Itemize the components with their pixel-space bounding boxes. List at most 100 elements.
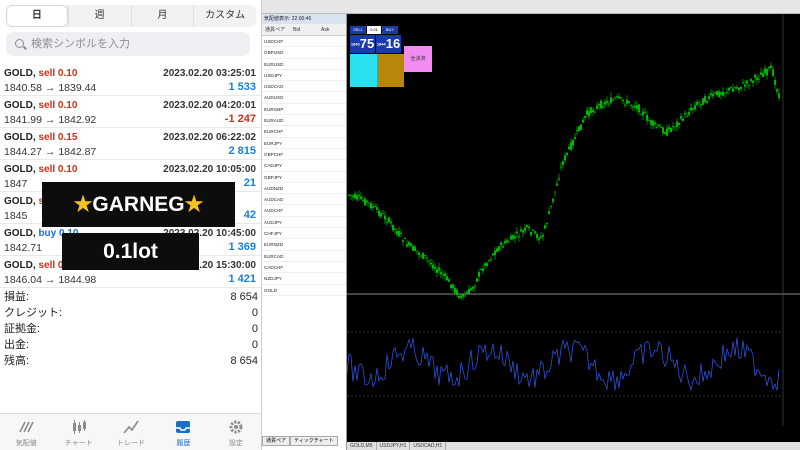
candle-body [390, 221, 392, 224]
summary-value: 8 654 [230, 291, 258, 303]
candle-body [474, 286, 476, 287]
cyan-button[interactable] [350, 54, 377, 87]
watch-ask [318, 160, 346, 170]
market-watch-row[interactable]: USDCAD [262, 81, 346, 93]
trade-side: sell 0.10 [38, 164, 77, 175]
trade-side-label: sell [38, 260, 56, 271]
trade-row[interactable]: GOLD, sell 0.10 2023.02.20 04:20:01 1841.9… [0, 96, 261, 128]
watch-symbol: USDCHF [264, 39, 284, 44]
tab-chart[interactable]: チャート [52, 414, 104, 450]
candle-body [378, 210, 380, 216]
market-watch-row[interactable]: AUDCAD [262, 194, 346, 206]
market-watch-row[interactable]: EURCAD [262, 251, 346, 262]
tab-quotes[interactable]: 気配値 [0, 414, 52, 450]
account-summary: 損益: 8 654 クレジット: 0 証拠金: 0 出金: 0 残高: 8 654 [4, 289, 258, 369]
candle-body [540, 236, 542, 239]
watch-symbol: GOLD [264, 287, 278, 293]
market-watch-row[interactable]: USDCHF [262, 36, 346, 48]
candle-body [644, 112, 646, 114]
trade-row[interactable]: GOLD, sell 0.15 2023.02.20 06:22:02 1844.2… [0, 128, 261, 160]
trade-side-label: sell [38, 68, 56, 79]
chart-tab-usdjpy[interactable]: USDJPY,H1 [377, 442, 411, 450]
trade-prices: 1840.58 → 1839.44 [4, 82, 97, 94]
market-watch-row[interactable]: EURJPY [262, 138, 346, 149]
market-watch-row[interactable]: AUDCHF [262, 205, 346, 217]
tab-month[interactable]: 月 [130, 5, 194, 27]
sell-button[interactable]: SELL [350, 26, 366, 34]
bid-price-box[interactable]: 184375 [350, 35, 375, 53]
watch-ask [318, 115, 346, 125]
trade-side-label: sell [38, 100, 56, 111]
candle-body [572, 139, 574, 146]
ask-price-box[interactable]: 184416 [376, 35, 401, 53]
tab-history[interactable]: 履歴 [157, 414, 209, 450]
chart-tab-gold[interactable]: GOLD,M5 [347, 442, 377, 450]
candle-body [636, 105, 638, 109]
candle-body [716, 91, 718, 95]
close-all-button[interactable]: 全決済 [404, 46, 432, 72]
candle-body [362, 199, 364, 201]
watch-ask [318, 104, 346, 114]
candle-body [746, 80, 748, 84]
price-chart[interactable] [347, 14, 800, 442]
trade-side-label: buy [38, 228, 57, 239]
tab-symbols[interactable]: 通貨ペア [262, 436, 291, 446]
watch-symbol: GBPCHF [264, 151, 284, 157]
candle-body [432, 264, 434, 269]
trade-profit: 42 [243, 209, 256, 221]
overlay-lot-banner: 0.1lot [62, 233, 199, 270]
chart-window[interactable]: SELL 0.01 BUY 184375 184416 全決済 [347, 14, 800, 442]
tab-chart-label: チャート [64, 440, 93, 447]
symbol-search-input[interactable]: 検索シンボルを入力 [6, 32, 250, 56]
chart-tab-usdcad[interactable]: USDCAD,H1 [410, 442, 447, 450]
market-watch-row[interactable]: AUDUSD [262, 92, 346, 104]
candle-body [764, 68, 766, 74]
market-watch-row[interactable]: EURGBP [262, 104, 346, 116]
market-watch-row[interactable]: EURAUD [262, 115, 346, 127]
market-watch-row[interactable]: GBPCHF [262, 149, 346, 161]
tab-custom[interactable]: カスタム [193, 5, 256, 27]
market-watch-row[interactable]: GBPUSD [262, 47, 346, 59]
market-watch-row[interactable]: EURUSD [262, 59, 346, 70]
watch-symbol: NZDJPY [264, 276, 282, 282]
candle-body [380, 213, 382, 217]
market-watch-row[interactable]: CADJPY [262, 160, 346, 172]
candle-body [480, 269, 482, 271]
market-watch-row[interactable]: EURCHF [262, 126, 346, 138]
watch-symbol: EURNZD [264, 242, 284, 248]
candle-body [708, 96, 710, 99]
buy-button[interactable]: BUY [382, 26, 398, 34]
candle-body [552, 198, 554, 202]
candle-body [650, 120, 652, 125]
candle-body [762, 73, 764, 77]
trade-lot: 0.10 [57, 164, 78, 175]
trade-prices: 1842.71 [4, 242, 42, 254]
candle-body [766, 69, 768, 76]
market-watch-row[interactable]: NZDJPY [262, 273, 346, 285]
market-watch-row[interactable]: AUDJPY [262, 217, 346, 229]
market-watch-row[interactable]: AUDNZD [262, 183, 346, 195]
market-watch-row[interactable]: GBPJPY [262, 172, 346, 183]
market-watch-row[interactable]: EURNZD [262, 239, 346, 251]
tab-settings[interactable]: 設定 [210, 414, 261, 450]
candle-body [602, 106, 604, 108]
gold-button[interactable] [377, 54, 404, 87]
market-watch-row[interactable]: GOLD [262, 285, 346, 296]
market-watch-row[interactable]: CADCHF [262, 262, 346, 274]
trade-date: 2023.02.20 03:25:01 [163, 68, 256, 79]
trade-prices: 1847 [4, 178, 27, 190]
tab-trade[interactable]: トレード [105, 414, 157, 450]
trade-row[interactable]: GOLD, sell 0.10 2023.02.20 03:25:01 1840.5… [0, 64, 261, 96]
trade-profit: 1 421 [228, 273, 256, 285]
tab-tick-chart[interactable]: ティックチャート [290, 436, 338, 446]
market-watch-row[interactable]: CHFJPY [262, 228, 346, 240]
candle-body [494, 250, 496, 256]
inbox-icon [176, 421, 191, 433]
lot-size-field[interactable]: 0.01 [367, 26, 381, 34]
tab-week[interactable]: 週 [67, 5, 131, 27]
candle-body [512, 235, 514, 240]
candle-body [522, 230, 524, 233]
trade-side-label: sell [38, 164, 56, 175]
tab-day[interactable]: 日 [6, 5, 68, 27]
market-watch-row[interactable]: USDJPY [262, 70, 346, 82]
